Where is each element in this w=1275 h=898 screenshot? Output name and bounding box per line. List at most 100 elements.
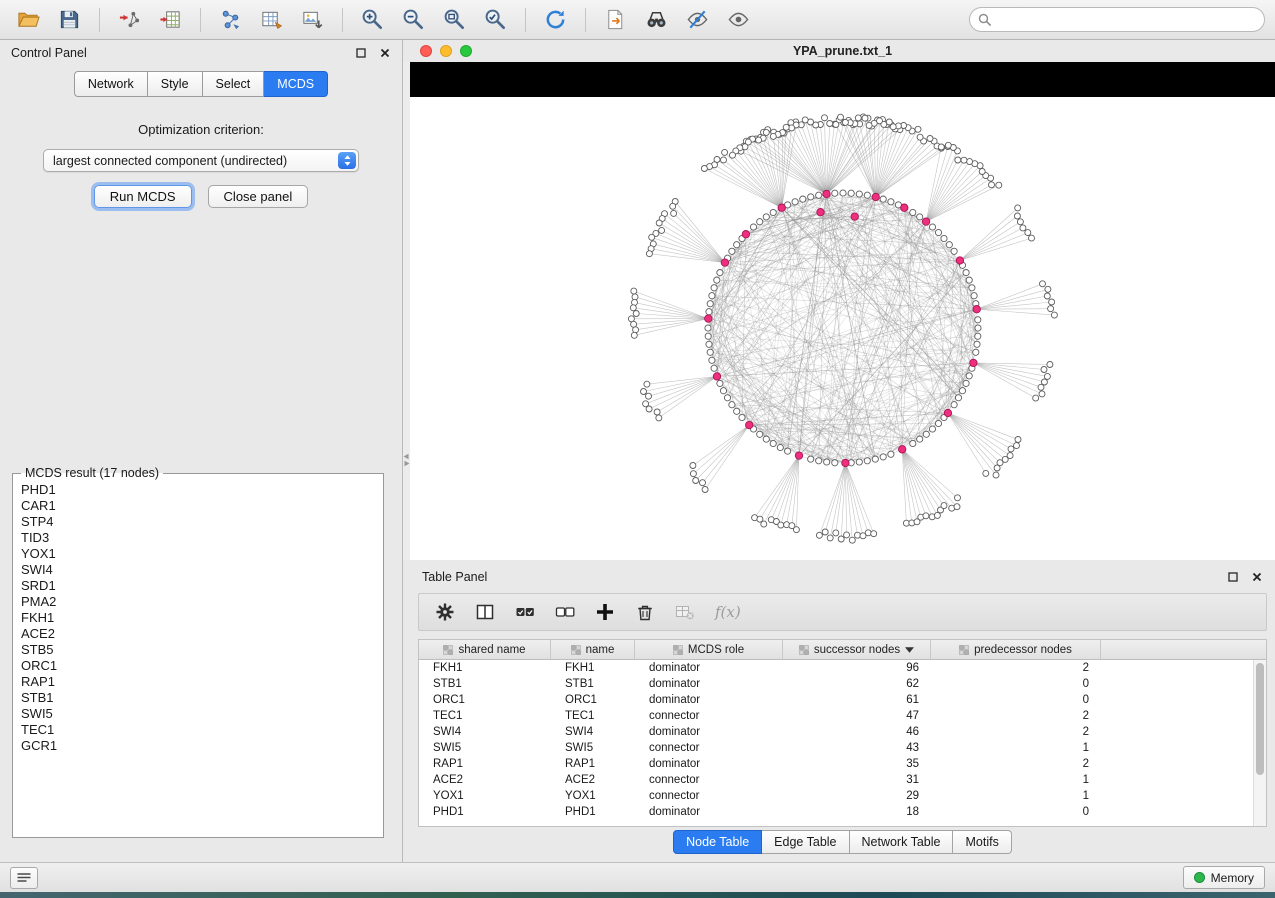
- network-leaf-node[interactable]: [690, 471, 696, 477]
- network-node[interactable]: [888, 451, 894, 457]
- network-leaf-node[interactable]: [983, 470, 989, 476]
- tab-node-table[interactable]: Node Table: [673, 830, 762, 854]
- column-header-mcds-role[interactable]: MCDS role: [635, 640, 783, 659]
- network-node[interactable]: [808, 456, 814, 462]
- mcds-hub-node[interactable]: [899, 446, 906, 453]
- table-row[interactable]: STB1STB1dominator620: [419, 676, 1266, 692]
- mcds-hub-node[interactable]: [842, 459, 849, 466]
- network-node[interactable]: [706, 309, 712, 315]
- mcds-hub-node[interactable]: [746, 421, 753, 428]
- network-node[interactable]: [848, 190, 854, 196]
- network-leaf-node[interactable]: [1051, 312, 1057, 318]
- network-leaf-node[interactable]: [1047, 362, 1053, 368]
- network-node[interactable]: [707, 349, 713, 355]
- network-node[interactable]: [923, 431, 929, 437]
- column-header-successor-nodes[interactable]: successor nodes: [783, 640, 931, 659]
- network-leaf-node[interactable]: [756, 137, 762, 143]
- network-leaf-node[interactable]: [722, 149, 728, 155]
- network-leaf-node[interactable]: [1039, 391, 1045, 397]
- network-leaf-node[interactable]: [763, 129, 769, 135]
- network-node[interactable]: [711, 285, 717, 291]
- tab-network[interactable]: Network: [74, 71, 148, 97]
- network-node[interactable]: [711, 365, 717, 371]
- network-leaf-node[interactable]: [833, 122, 839, 128]
- mcds-hub-node[interactable]: [970, 359, 977, 366]
- mcds-result-item[interactable]: GCR1: [15, 738, 381, 754]
- new-network-icon[interactable]: [212, 5, 249, 35]
- network-leaf-node[interactable]: [793, 527, 799, 533]
- network-node[interactable]: [973, 349, 979, 355]
- mcds-result-item[interactable]: PHD1: [15, 482, 381, 498]
- network-node[interactable]: [975, 317, 981, 323]
- console-button[interactable]: [10, 867, 38, 889]
- table-row[interactable]: ACE2ACE2connector311: [419, 772, 1266, 788]
- network-leaf-node[interactable]: [700, 480, 706, 486]
- network-leaf-node[interactable]: [1015, 205, 1021, 211]
- network-leaf-node[interactable]: [961, 157, 967, 163]
- network-node[interactable]: [929, 426, 935, 432]
- network-leaf-node[interactable]: [996, 182, 1002, 188]
- close-panel-button[interactable]: Close panel: [208, 185, 309, 208]
- mcds-result-item[interactable]: STB1: [15, 690, 381, 706]
- network-node[interactable]: [792, 199, 798, 205]
- network-leaf-node[interactable]: [1008, 446, 1014, 452]
- column-header-predecessor-nodes[interactable]: predecessor nodes: [931, 640, 1101, 659]
- mcds-result-item[interactable]: FKH1: [15, 610, 381, 626]
- network-leaf-node[interactable]: [838, 114, 844, 120]
- network-leaf-node[interactable]: [656, 415, 662, 421]
- network-leaf-node[interactable]: [1048, 306, 1054, 312]
- network-leaf-node[interactable]: [659, 227, 665, 233]
- network-node[interactable]: [770, 209, 776, 215]
- add-row-icon[interactable]: [595, 602, 615, 622]
- network-leaf-node[interactable]: [816, 532, 822, 538]
- network-node[interactable]: [816, 192, 822, 198]
- network-node[interactable]: [935, 420, 941, 426]
- network-node[interactable]: [971, 293, 977, 299]
- settings-gear-icon[interactable]: [435, 602, 455, 622]
- zoom-selected-icon[interactable]: [477, 5, 514, 35]
- mcds-result-item[interactable]: ORC1: [15, 658, 381, 674]
- network-leaf-node[interactable]: [979, 169, 985, 175]
- network-leaf-node[interactable]: [1038, 384, 1044, 390]
- network-node[interactable]: [963, 270, 969, 276]
- network-leaf-node[interactable]: [993, 472, 999, 478]
- mcds-hub-node[interactable]: [922, 218, 929, 225]
- network-node[interactable]: [917, 214, 923, 220]
- network-leaf-node[interactable]: [1015, 437, 1021, 443]
- network-leaf-node[interactable]: [630, 305, 636, 311]
- mcds-hub-node[interactable]: [973, 306, 980, 313]
- mcds-result-item[interactable]: ACE2: [15, 626, 381, 642]
- network-node[interactable]: [951, 248, 957, 254]
- network-leaf-node[interactable]: [730, 152, 736, 158]
- memory-button[interactable]: Memory: [1183, 866, 1265, 889]
- network-leaf-node[interactable]: [1033, 395, 1039, 401]
- mcds-result-item[interactable]: STP4: [15, 514, 381, 530]
- network-leaf-node[interactable]: [1049, 299, 1055, 305]
- network-node[interactable]: [824, 459, 830, 465]
- network-leaf-node[interactable]: [656, 220, 662, 226]
- network-leaf-node[interactable]: [833, 530, 839, 536]
- network-leaf-node[interactable]: [827, 535, 833, 541]
- close-panel-icon[interactable]: [379, 47, 391, 59]
- network-node[interactable]: [707, 301, 713, 307]
- network-node[interactable]: [832, 190, 838, 196]
- network-node[interactable]: [705, 325, 711, 331]
- network-leaf-node[interactable]: [955, 157, 961, 163]
- mcds-result-item[interactable]: YOX1: [15, 546, 381, 562]
- mcds-hub-node[interactable]: [705, 315, 712, 322]
- mcds-result-item[interactable]: TID3: [15, 530, 381, 546]
- network-node[interactable]: [739, 414, 745, 420]
- network-leaf-node[interactable]: [641, 389, 647, 395]
- network-node[interactable]: [763, 436, 769, 442]
- network-node[interactable]: [864, 458, 870, 464]
- panel-splitter[interactable]: [403, 62, 410, 560]
- network-node[interactable]: [757, 219, 763, 225]
- zoom-fit-icon[interactable]: [436, 5, 473, 35]
- deselect-all-icon[interactable]: [555, 602, 575, 622]
- network-node[interactable]: [717, 270, 723, 276]
- network-leaf-node[interactable]: [783, 124, 789, 130]
- open-folder-icon[interactable]: [10, 5, 47, 35]
- network-leaf-node[interactable]: [633, 311, 639, 317]
- network-node[interactable]: [929, 224, 935, 230]
- tab-network-table[interactable]: Network Table: [850, 830, 954, 854]
